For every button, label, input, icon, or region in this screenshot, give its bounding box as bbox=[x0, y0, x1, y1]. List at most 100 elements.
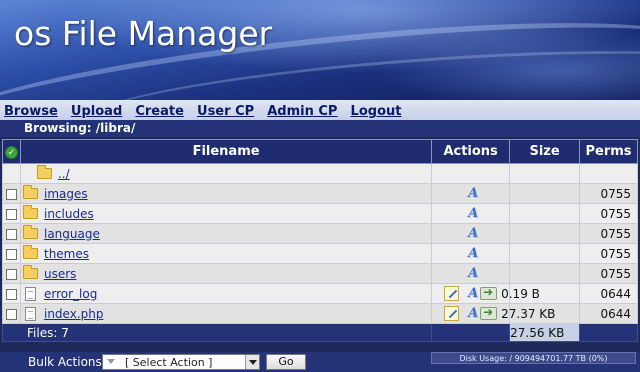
app-title: os File Manager bbox=[14, 14, 273, 53]
file-table: ✓ Filename Actions Size Perms ../ images… bbox=[1, 139, 638, 342]
file-table-wrapper: ✓ Filename Actions Size Perms ../ images… bbox=[1, 139, 638, 342]
rename-icon[interactable]: A bbox=[467, 226, 479, 241]
filename-link[interactable]: index.php bbox=[44, 307, 103, 321]
table-row: language A 0755 bbox=[2, 223, 638, 244]
checkbox-cell bbox=[2, 203, 21, 224]
filename-link[interactable]: includes bbox=[44, 207, 94, 221]
edit-icon[interactable] bbox=[444, 286, 460, 301]
table-row: users A 0755 bbox=[2, 263, 638, 284]
perms-cell: 0755 bbox=[579, 263, 638, 284]
footer-actions-cell bbox=[431, 323, 511, 342]
disk-usage: Disk Usage: / 909494701.77 TB (0%) bbox=[431, 352, 636, 364]
filename-cell: index.php bbox=[19, 303, 433, 324]
nav-create[interactable]: Create bbox=[135, 102, 184, 122]
perms-cell: 0644 bbox=[579, 303, 638, 324]
bulk-action-value: [ Select Action ] bbox=[125, 356, 213, 369]
checkbox-cell bbox=[2, 263, 21, 284]
actions-cell: A bbox=[431, 203, 511, 224]
filename-cell: images bbox=[19, 183, 433, 204]
bulk-actions-label: Bulk Actions: bbox=[28, 355, 106, 369]
nav-bar: Browse Upload Create User CP Admin CP Lo… bbox=[0, 100, 640, 120]
chevron-down-icon[interactable] bbox=[245, 355, 259, 369]
checkbox-cell bbox=[2, 243, 21, 264]
table-header-row: ✓ Filename Actions Size Perms bbox=[2, 139, 638, 164]
header-banner: os File Manager bbox=[0, 0, 640, 100]
browsing-bar: Browsing: /libra/ bbox=[0, 120, 640, 137]
folder-icon bbox=[22, 265, 38, 279]
perms-cell bbox=[579, 163, 638, 184]
actions-cell: A bbox=[431, 223, 511, 244]
rename-icon[interactable]: A bbox=[467, 186, 479, 201]
file-size: 0.19 B bbox=[501, 286, 540, 301]
size-cell bbox=[509, 243, 581, 264]
filename-cell: users bbox=[19, 263, 433, 284]
nav-admin-cp[interactable]: Admin CP bbox=[267, 102, 337, 122]
file-size: 27.37 KB bbox=[501, 306, 556, 321]
nav-user-cp[interactable]: User CP bbox=[197, 102, 254, 122]
table-row: ../ bbox=[2, 163, 638, 184]
select-all-header[interactable]: ✓ bbox=[2, 139, 21, 164]
file-icon bbox=[24, 286, 36, 301]
nav-upload[interactable]: Upload bbox=[71, 102, 122, 122]
row-checkbox[interactable] bbox=[5, 248, 17, 260]
filename-link[interactable]: users bbox=[44, 267, 76, 281]
actions-cell: A bbox=[431, 263, 511, 284]
filename-cell: ../ bbox=[19, 163, 433, 184]
perms-cell: 0644 bbox=[579, 283, 638, 304]
row-checkbox[interactable] bbox=[5, 288, 17, 300]
rename-icon[interactable]: A bbox=[467, 246, 479, 261]
actions-cell: A bbox=[431, 283, 511, 304]
actions-header: Actions bbox=[431, 139, 511, 164]
actions-cell: A bbox=[431, 303, 511, 324]
row-checkbox[interactable] bbox=[5, 188, 17, 200]
nav-browse[interactable]: Browse bbox=[4, 102, 58, 122]
filename-link[interactable]: language bbox=[44, 227, 100, 241]
go-button[interactable]: Go bbox=[266, 354, 306, 370]
rename-icon[interactable]: A bbox=[467, 206, 479, 221]
rename-icon[interactable]: A bbox=[467, 286, 479, 301]
dropdown-hint-icon bbox=[107, 359, 115, 364]
download-icon[interactable] bbox=[480, 305, 498, 320]
nav-logout[interactable]: Logout bbox=[351, 102, 402, 122]
size-header[interactable]: Size bbox=[509, 139, 581, 164]
row-checkbox[interactable] bbox=[5, 268, 17, 280]
bulk-actions-bar: Bulk Actions: [ Select Action ] Go Disk … bbox=[0, 352, 640, 372]
perms-header[interactable]: Perms bbox=[579, 139, 638, 164]
size-cell bbox=[509, 223, 581, 244]
rename-icon[interactable]: A bbox=[467, 266, 479, 281]
actions-cell: A bbox=[431, 243, 511, 264]
footer-perms-cell bbox=[579, 323, 638, 342]
folder-icon bbox=[22, 185, 38, 199]
filename-link[interactable]: error_log bbox=[44, 287, 97, 301]
bulk-action-select[interactable]: [ Select Action ] bbox=[102, 354, 260, 370]
file-icon bbox=[24, 306, 36, 321]
row-checkbox[interactable] bbox=[5, 208, 17, 220]
folder-icon bbox=[22, 205, 38, 219]
checkbox-cell bbox=[2, 183, 21, 204]
filename-header[interactable]: Filename bbox=[19, 139, 433, 164]
table-row: includes A 0755 bbox=[2, 203, 638, 224]
actions-cell bbox=[431, 163, 511, 184]
total-size: 27.56 KB bbox=[509, 323, 581, 342]
edit-icon[interactable] bbox=[444, 306, 460, 321]
folder-icon bbox=[22, 245, 38, 259]
check-circle-icon[interactable]: ✓ bbox=[4, 146, 18, 159]
files-count: Files: 7 bbox=[1, 323, 433, 342]
table-row: images A 0755 bbox=[2, 183, 638, 204]
rename-icon[interactable]: A bbox=[467, 306, 479, 321]
filename-cell: includes bbox=[19, 203, 433, 224]
table-row: error_log A 0.19 B 0644 bbox=[2, 283, 638, 304]
size-cell bbox=[509, 263, 581, 284]
actions-cell: A bbox=[431, 183, 511, 204]
filename-link[interactable]: ../ bbox=[58, 167, 70, 181]
filename-link[interactable]: themes bbox=[44, 247, 89, 261]
folder-icon bbox=[22, 225, 38, 239]
filename-cell: themes bbox=[19, 243, 433, 264]
browsing-path: /libra/ bbox=[95, 121, 136, 135]
perms-cell: 0755 bbox=[579, 183, 638, 204]
browsing-label: Browsing: bbox=[24, 121, 92, 135]
row-checkbox[interactable] bbox=[5, 228, 17, 240]
filename-link[interactable]: images bbox=[44, 187, 88, 201]
download-icon[interactable] bbox=[480, 285, 498, 300]
row-checkbox[interactable] bbox=[5, 308, 17, 320]
